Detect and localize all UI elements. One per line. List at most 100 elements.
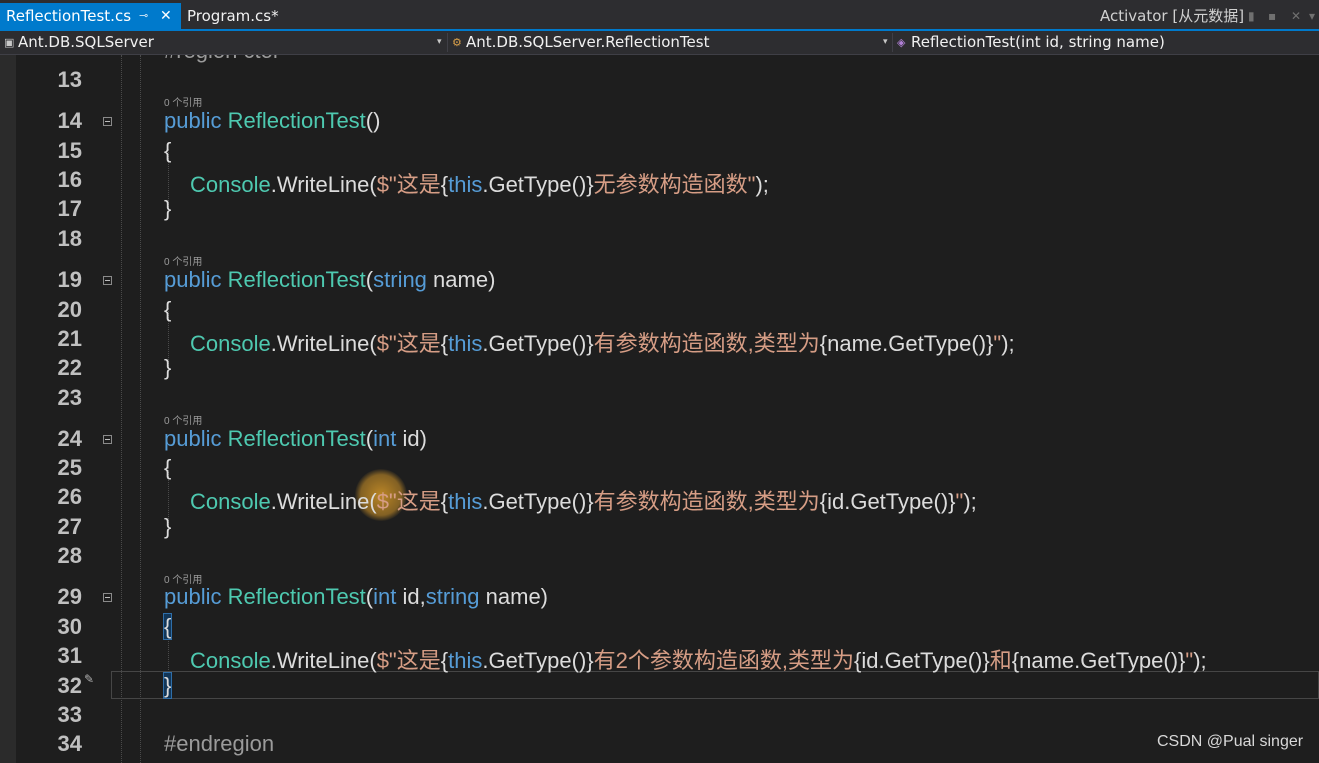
string-literal: 有参数构造函数,类型为 [593,331,820,356]
line-number: 17 [57,196,82,221]
constructor-name: ReflectionTest [227,426,366,451]
codelens-references[interactable]: 0 个引用 [164,412,202,427]
line-number: 22 [57,355,82,380]
collapse-icon[interactable] [103,117,112,126]
keyword: public [164,426,222,451]
code-line: { [162,613,173,640]
divider [892,33,893,52]
navigation-bar: ▣ Ant.DB.SQLServer ▾ ⚙ Ant.DB.SQLServer.Re… [0,31,1319,55]
interpolation: {name.GetType()} [1011,648,1186,673]
this-keyword: this [448,648,483,673]
line-number: 26 [57,484,82,509]
string-literal: 有2个参数构造函数,类型为 [593,648,854,673]
line-number: 32 [57,673,82,698]
line-number: 19 [57,267,82,292]
close-icon[interactable]: ✕ [160,3,172,29]
tab-reflectiontest[interactable]: ReflectionTest.cs ⊸ ✕ [0,3,181,29]
indent-guide [121,55,122,763]
line-number: 29 [57,584,82,609]
interp-close: } [586,489,594,514]
string-literal: $"这是 [376,489,441,514]
code-line: } [164,355,172,380]
interpolation: {name.GetType()} [819,331,994,356]
code-line: { [164,297,172,322]
watermark: CSDN @Pual singer [1157,733,1304,750]
tab-program[interactable]: Program.cs* [183,3,297,29]
param-type: int [373,584,397,609]
interp-open: { [440,489,449,514]
code-line: Console.WriteLine($"这是{this.GetType()}无参… [190,167,769,199]
tab-activator-label: Activator [从元数据] [1100,7,1245,25]
keyword: public [164,108,222,133]
line-number: 30 [57,614,82,639]
divider [447,33,448,52]
interp-close: } [586,172,594,197]
string-literal: $"这是 [376,172,441,197]
interp-open: { [440,331,449,356]
code-line: public ReflectionTest(string name) [164,267,495,293]
code-line: { [164,138,172,163]
string-literal: 有参数构造函数,类型为 [593,489,820,514]
indicator-margin [0,55,16,763]
tab-program-label: Program.cs* [187,7,279,25]
statement-end: ); [963,489,977,514]
line-number: 21 [57,326,82,351]
line-number: 16 [57,167,82,192]
code-line: Console.WriteLine($"这是{this.GetType()}有2… [190,643,1207,675]
line-number: 27 [57,514,82,539]
member-dropdown[interactable]: ◈ ReflectionTest(int id, string name) [897,32,1315,53]
statement-end: ); [755,172,769,197]
type-dropdown[interactable]: ⚙ Ant.DB.SQLServer.ReflectionTest [452,32,877,53]
this-keyword: this [448,172,483,197]
chevron-down-icon[interactable]: ▾ [883,32,888,53]
line-number: 24 [57,426,82,451]
line-number: 13 [57,67,82,92]
line-number: 33 [57,702,82,727]
keep-open-icon[interactable]: ▮ [1248,4,1255,28]
collapse-icon[interactable] [103,435,112,444]
project-dropdown[interactable]: ▣ Ant.DB.SQLServer [4,32,434,53]
string-literal: 无参数构造函数" [593,172,756,197]
chevron-down-icon[interactable]: ▾ [437,32,442,53]
code-line: public ReflectionTest(int id,string name… [164,584,548,610]
code-editor[interactable]: ✎ 13 14 15 16 17 18 19 20 21 22 23 24 25… [0,55,1319,763]
line-number: 15 [57,138,82,163]
this-keyword: this [448,331,483,356]
string-literal: $"这是 [376,648,441,673]
code-line: public ReflectionTest() [164,108,380,134]
pin-icon[interactable]: ⊸ [139,3,148,29]
line-number: 20 [57,297,82,322]
codelens-references[interactable]: 0 个引用 [164,94,202,109]
params: id, [396,584,426,609]
collapse-icon[interactable] [103,276,112,285]
type-dropdown-label: Ant.DB.SQLServer.ReflectionTest [466,33,710,51]
codelens-references[interactable]: 0 个引用 [164,253,202,268]
dock-icon[interactable]: ▪ [1268,4,1276,28]
gettype-call: .GetType() [482,648,587,673]
params: () [365,108,381,133]
interp-open: { [440,172,449,197]
gettype-call: .GetType() [482,331,587,356]
gettype-call: .GetType() [482,172,587,197]
statement-end: ); [1001,331,1015,356]
project-icon: ▣ [4,36,15,49]
tab-list-dropdown-icon[interactable]: ▾ [1309,4,1315,28]
close-preview-icon[interactable]: ✕ [1291,4,1301,28]
constructor-name: ReflectionTest [227,267,366,292]
code-line: } [164,514,172,539]
tab-activator-preview[interactable]: Activator [从元数据] [1100,4,1244,28]
console-class: Console [190,648,271,673]
collapse-icon[interactable] [103,593,112,602]
keyword: public [164,267,222,292]
method-call: .WriteLine( [270,489,377,514]
endregion-directive: #endregion [164,731,275,756]
interp-close: } [586,331,594,356]
line-number: 31 [57,643,82,668]
method-call: .WriteLine( [270,648,377,673]
gettype-call: .GetType() [482,489,587,514]
current-line-highlight [111,671,1319,699]
code-line: public ReflectionTest(int id) [164,426,427,452]
interp-close: } [586,648,594,673]
document-tab-bar: ReflectionTest.cs ⊸ ✕ Program.cs* Activa… [0,0,1319,31]
console-class: Console [190,172,271,197]
